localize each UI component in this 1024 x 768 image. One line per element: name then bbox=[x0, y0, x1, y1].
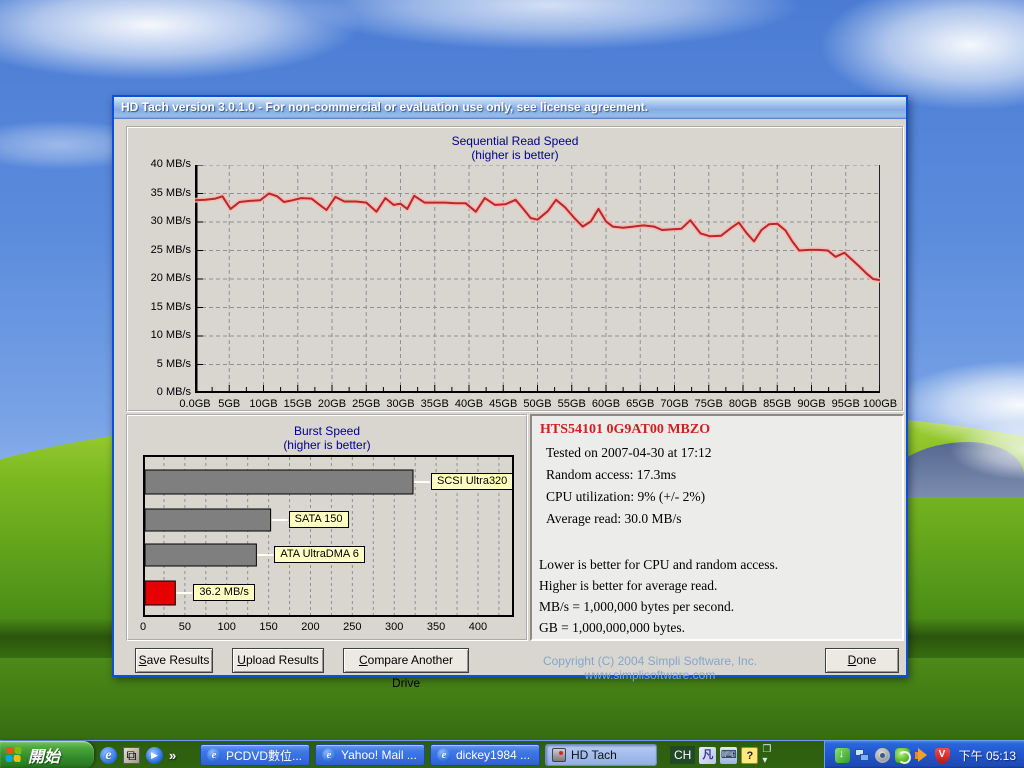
y-tick-label: 20 MB/s bbox=[150, 272, 191, 284]
quick-launch-overflow-chevron[interactable]: » bbox=[169, 748, 176, 763]
sequential-read-panel: Sequential Read Speed (higher is better)… bbox=[126, 126, 904, 412]
taskbar-task-ie-2[interactable]: e dickey1984 ... bbox=[430, 744, 540, 766]
compare-another-drive-button[interactable]: Compare Another Drive bbox=[343, 648, 469, 690]
hdtach-app-icon bbox=[552, 748, 566, 762]
burst-bar bbox=[144, 580, 176, 606]
ime-keyboard-icon[interactable]: ⌨ bbox=[720, 746, 738, 764]
sequential-chart-subtitle: (higher is better) bbox=[471, 148, 559, 162]
y-tick-label: 5 MB/s bbox=[156, 357, 191, 370]
burst-axis-number: 50 bbox=[178, 621, 191, 633]
show-desktop-icon[interactable]: ⧉ bbox=[123, 746, 140, 764]
burst-axis-number: 400 bbox=[468, 621, 488, 633]
window-title: HD Tach version 3.0.1.0 - For non-commer… bbox=[121, 100, 649, 114]
burst-chart-subtitle: (higher is better) bbox=[283, 438, 371, 452]
system-tray: 下午 05:13 bbox=[824, 741, 1024, 768]
y-tick-label: 40 MB/s bbox=[150, 158, 191, 170]
internet-explorer-icon[interactable]: e bbox=[100, 746, 117, 764]
desktop: HD Tach version 3.0.1.0 - For non-commer… bbox=[0, 0, 1024, 768]
burst-bar bbox=[144, 469, 414, 495]
upload-results-button[interactable]: Upload Results bbox=[232, 648, 324, 673]
done-button[interactable]: Done bbox=[825, 648, 899, 673]
quick-launch-bar: e ⧉ ▶ » bbox=[100, 741, 176, 768]
cloud bbox=[950, 420, 1024, 480]
windows-logo-icon bbox=[5, 747, 24, 763]
result-line: CPU utilization: 9% (+/- 2%) bbox=[546, 489, 706, 504]
task-button-label: HD Tach bbox=[571, 748, 617, 762]
sequential-read-chart bbox=[192, 164, 883, 393]
ime-help-icon[interactable]: ? bbox=[741, 746, 759, 764]
result-line: Tested on 2007-04-30 at 17:12 bbox=[546, 445, 712, 460]
internet-explorer-icon: e bbox=[437, 748, 451, 762]
sequential-line-svg bbox=[192, 164, 883, 393]
note-line: MB/s = 1,000,000 bytes per second. bbox=[539, 599, 735, 614]
burst-bar bbox=[144, 543, 257, 567]
copyright-text: Copyright (C) 2004 Simpli Software, Inc.… bbox=[542, 654, 758, 682]
burst-axis-number: 200 bbox=[301, 621, 320, 633]
drive-model-label: HTS54101 0G9AT00 MBZO bbox=[540, 422, 711, 437]
note-line: Lower is better for CPU and random acces… bbox=[539, 557, 779, 572]
results-info-panel: HTS54101 0G9AT00 MBZO Tested on 2007-04-… bbox=[530, 414, 904, 641]
bar-value-label: SATA 150 bbox=[288, 511, 349, 528]
burst-axis-number: 250 bbox=[343, 621, 362, 633]
burst-chart-title: Burst Speed bbox=[293, 424, 361, 438]
sequential-chart-title: Sequential Read Speed bbox=[451, 134, 579, 148]
task-button-label: PCDVD數位... bbox=[226, 748, 303, 763]
disc-icon[interactable] bbox=[874, 747, 890, 763]
burst-axis-number: 100 bbox=[217, 621, 236, 633]
result-line: Average read: 30.0 MB/s bbox=[546, 511, 682, 526]
messenger-icon[interactable] bbox=[894, 747, 911, 764]
antivirus-shield-icon[interactable] bbox=[934, 747, 950, 763]
burst-axis-number: 150 bbox=[259, 621, 278, 633]
taskbar-task-ie-0[interactable]: e PCDVD數位... bbox=[200, 744, 310, 766]
note-line: Higher is better for average read. bbox=[539, 578, 718, 593]
y-tick-label: 15 MB/s bbox=[150, 300, 191, 313]
taskbar-task-ie-1[interactable]: e Yahoo! Mail ... bbox=[315, 744, 425, 766]
media-player-icon[interactable]: ▶ bbox=[146, 746, 163, 764]
language-bar: CH 凡 ⌨ ? ❐ ▾ bbox=[670, 741, 771, 768]
taskbar: 開始 e ⧉ ▶ » e PCDVD數位... e Yahoo! Mail ... e d… bbox=[0, 740, 1024, 768]
burst-bar bbox=[144, 508, 272, 532]
x-tick-label: 100GB bbox=[862, 398, 898, 410]
burst-axis-number: 300 bbox=[385, 621, 404, 633]
start-button[interactable]: 開始 bbox=[0, 741, 94, 768]
y-tick-label: 30 MB/s bbox=[150, 215, 191, 227]
taskbar-task-hdtach[interactable]: HD Tach bbox=[545, 744, 657, 766]
taskbar-clock[interactable]: 下午 05:13 bbox=[959, 747, 1016, 764]
ime-handwriting-icon[interactable]: 凡 bbox=[699, 746, 717, 764]
result-line: Random access: 17.3ms bbox=[546, 467, 677, 482]
bar-value-label: 36.2 MB/s bbox=[193, 584, 255, 601]
internet-explorer-icon: e bbox=[322, 748, 336, 762]
start-button-label: 開始 bbox=[28, 749, 61, 766]
burst-axis-number: 350 bbox=[426, 621, 446, 633]
task-button-label: Yahoo! Mail ... bbox=[341, 748, 417, 762]
task-button-label: dickey1984 ... bbox=[456, 748, 531, 762]
volume-icon[interactable] bbox=[914, 747, 930, 763]
y-tick-label: 0 MB/s bbox=[156, 386, 191, 398]
software-update-icon[interactable] bbox=[834, 747, 850, 763]
note-line: GB = 1,000,000,000 bytes. bbox=[539, 620, 685, 635]
network-icon[interactable] bbox=[854, 748, 870, 763]
language-indicator[interactable]: CH bbox=[670, 746, 696, 764]
y-tick-label: 10 MB/s bbox=[150, 329, 191, 341]
burst-speed-chart: SCSI Ultra320 SATA 150 ATA UltraDMA 6 36.2 … bbox=[143, 455, 514, 617]
internet-explorer-icon: e bbox=[207, 748, 221, 762]
burst-axis-number: 0 bbox=[139, 621, 147, 633]
bar-value-label: ATA UltraDMA 6 bbox=[274, 546, 365, 563]
bar-value-label: SCSI Ultra320 bbox=[430, 473, 514, 490]
y-tick-label: 35 MB/s bbox=[150, 186, 191, 199]
y-tick-label: 25 MB/s bbox=[150, 243, 191, 256]
burst-speed-panel: Burst Speed (higher is better) SCSI Ultr… bbox=[126, 414, 528, 641]
cloud bbox=[820, 0, 1024, 110]
hdtach-window: HD Tach version 3.0.1.0 - For non-commer… bbox=[112, 95, 908, 690]
language-bar-restore-icon[interactable]: ❐ ▾ bbox=[762, 744, 771, 766]
window-titlebar[interactable]: HD Tach version 3.0.1.0 - For non-commer… bbox=[114, 97, 906, 119]
save-results-button[interactable]: Save Results bbox=[135, 648, 213, 673]
cloud bbox=[300, 0, 800, 50]
